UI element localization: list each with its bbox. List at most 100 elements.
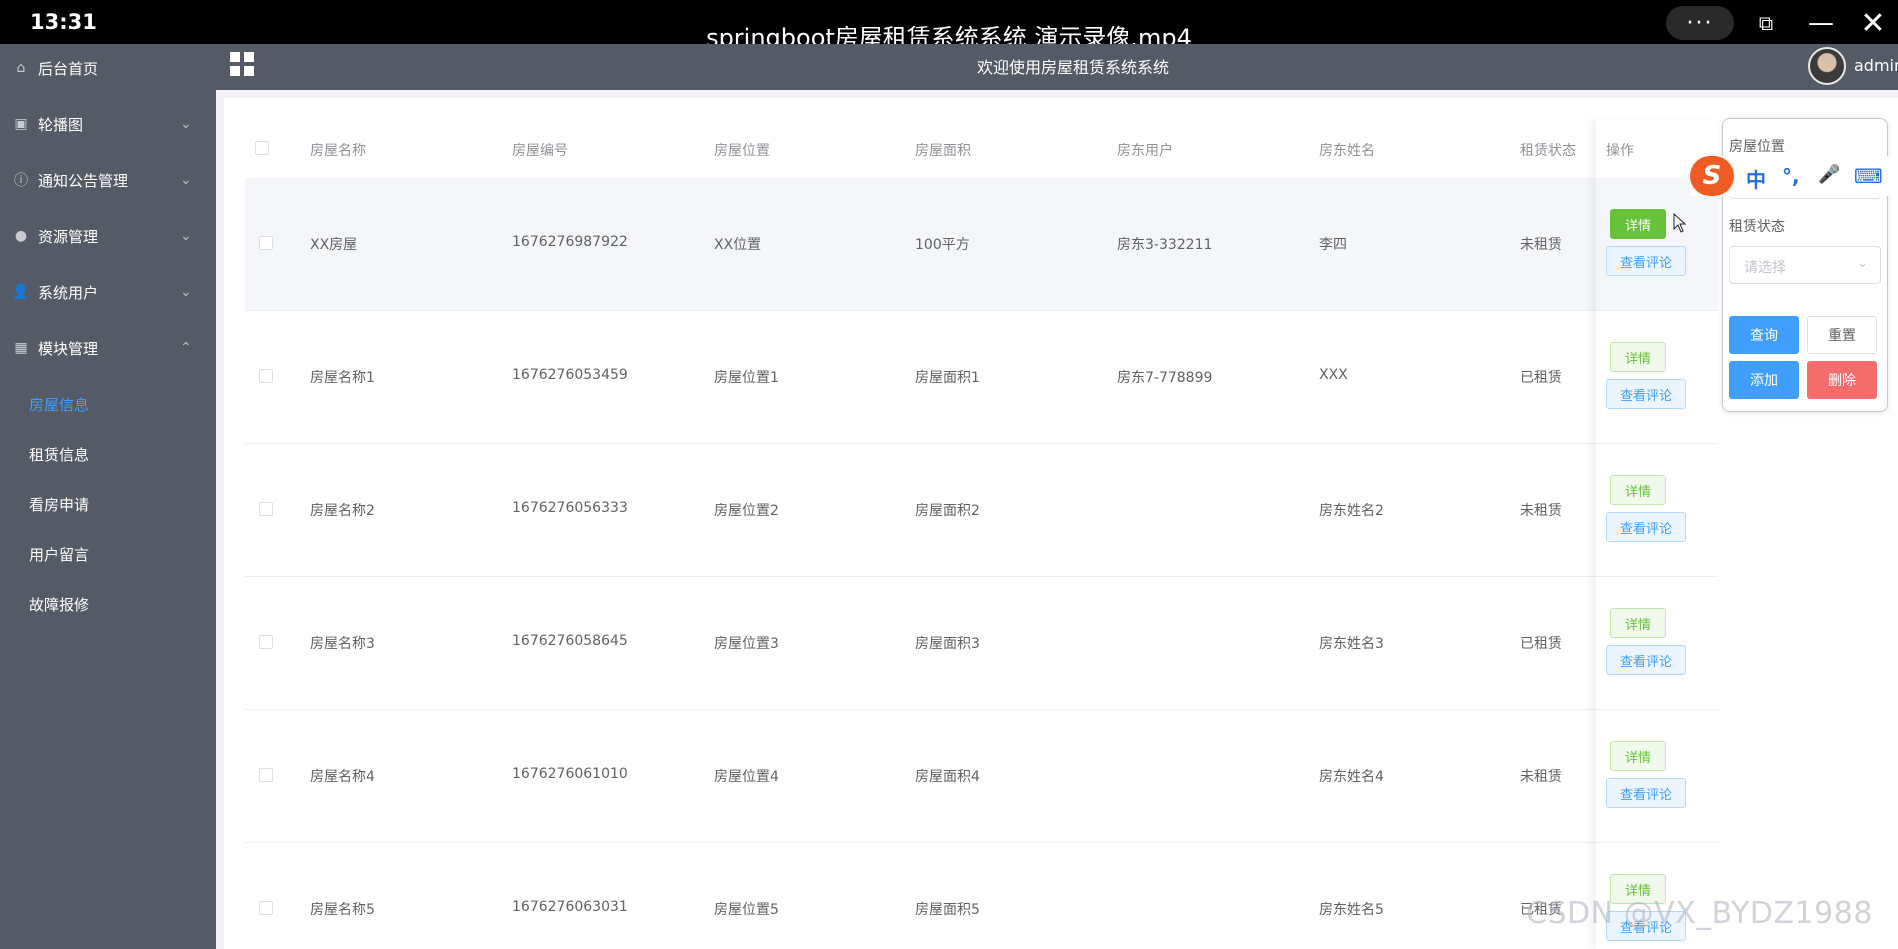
- close-button[interactable]: ✕: [1858, 6, 1888, 41]
- view-comments-button[interactable]: 查看评论: [1606, 512, 1686, 542]
- user-icon: 👤: [12, 284, 30, 300]
- reset-button[interactable]: 重置: [1807, 316, 1877, 354]
- delete-button[interactable]: 删除: [1807, 361, 1877, 399]
- sidebar-item-label: 通知公告管理: [38, 171, 129, 190]
- cell-house-number: 1676276061010: [512, 766, 628, 782]
- cell-landlord-name: 房东姓名4: [1319, 769, 1384, 785]
- row-checkbox[interactable]: [259, 369, 273, 383]
- operations-cell: 详情 查看评论: [1596, 178, 1718, 311]
- row-checkbox[interactable]: [259, 502, 273, 516]
- sidebar-item-modules[interactable]: ▦ 模块管理 ⌃: [0, 333, 216, 363]
- grid-icon: ▦: [14, 340, 28, 356]
- sidebar-item-label: 轮播图: [38, 115, 84, 134]
- cell-house-name: 房屋名称3: [310, 636, 375, 652]
- view-comments-button[interactable]: 查看评论: [1606, 645, 1686, 675]
- location-label: 房屋位置: [1729, 139, 1785, 155]
- select-all-checkbox[interactable]: [255, 141, 269, 155]
- status-select-placeholder: 请选择: [1744, 260, 1786, 276]
- detail-button[interactable]: 详情: [1610, 741, 1666, 771]
- view-comments-button[interactable]: 查看评论: [1606, 379, 1686, 409]
- cell-landlord-user: 房东7-778899: [1117, 370, 1213, 386]
- row-checkbox[interactable]: [259, 635, 273, 649]
- detail-button[interactable]: 详情: [1610, 608, 1666, 638]
- cell-house-location: 房屋位置5: [714, 902, 779, 918]
- sidebar-subitem-house-info[interactable]: 房屋信息: [29, 394, 89, 415]
- cell-house-number: 1676276053459: [512, 367, 628, 383]
- minimize-button[interactable]: —: [1806, 6, 1836, 40]
- chevron-down-icon: ⌄: [1857, 256, 1868, 271]
- sidebar-item-label: 系统用户: [38, 283, 99, 302]
- cell-rental-status: 已租赁: [1520, 370, 1562, 386]
- operations-cell: 详情 查看评论: [1596, 311, 1718, 444]
- cell-landlord-name: 房东姓名3: [1319, 636, 1384, 652]
- sidebar-item-carousel[interactable]: ▣ 轮播图 ⌄: [0, 109, 216, 139]
- cell-landlord-user: 房东3-332211: [1117, 237, 1213, 253]
- picture-in-picture-button[interactable]: ⧉: [1748, 6, 1784, 40]
- detail-button[interactable]: 详情: [1610, 475, 1666, 505]
- table-row[interactable]: 房屋名称4 1676276061010 房屋位置4 房屋面积4 房东姓名4 未租…: [245, 710, 1717, 843]
- cell-house-location: 房屋位置2: [714, 503, 779, 519]
- more-options-button[interactable]: ···: [1666, 6, 1734, 40]
- sidebar-subitem-user-message[interactable]: 用户留言: [29, 544, 89, 565]
- cell-landlord-name: 房东姓名5: [1319, 902, 1384, 918]
- cell-house-name: 房屋名称2: [310, 503, 375, 519]
- table-row[interactable]: 房屋名称5 1676276063031 房屋位置5 房屋面积5 房东姓名5 已租…: [245, 843, 1717, 949]
- sidebar-item-home[interactable]: ⌂ 后台首页: [0, 53, 216, 83]
- cell-rental-status: 未租赁: [1520, 769, 1562, 785]
- microphone-icon[interactable]: 🎤: [1818, 164, 1840, 185]
- sidebar-item-resources[interactable]: ● 资源管理 ⌄: [0, 221, 216, 251]
- status-select[interactable]: 请选择 ⌄: [1729, 246, 1881, 284]
- chevron-up-icon: ⌃: [180, 340, 192, 356]
- sidebar-item-label: 模块管理: [38, 339, 99, 358]
- cell-house-location: 房屋位置3: [714, 636, 779, 652]
- welcome-text: 欢迎使用房屋租赁系统系统: [976, 58, 1169, 77]
- sidebar-item-notice[interactable]: ⓘ 通知公告管理 ⌄: [0, 165, 216, 195]
- column-header: 房屋编号: [512, 143, 568, 159]
- add-button[interactable]: 添加: [1729, 361, 1799, 399]
- top-header: 欢迎使用房屋租赁系统系统 admin: [216, 44, 1898, 90]
- operations-cell: 详情 查看评论: [1596, 710, 1718, 843]
- cell-house-location: 房屋位置4: [714, 769, 779, 785]
- table-row[interactable]: XX房屋 1676276987922 XX位置 100平方 房东3-332211…: [245, 178, 1717, 311]
- column-header: 租赁状态: [1520, 143, 1576, 159]
- view-comments-button[interactable]: 查看评论: [1606, 778, 1686, 808]
- row-checkbox[interactable]: [259, 768, 273, 782]
- query-button[interactable]: 查询: [1729, 316, 1799, 354]
- ime-chinese-mode-icon[interactable]: 中: [1746, 164, 1766, 193]
- cell-house-area: 房屋面积3: [915, 636, 980, 652]
- sidebar-subitem-viewing-request[interactable]: 看房申请: [29, 494, 89, 515]
- cell-rental-status: 已租赁: [1520, 636, 1562, 652]
- chevron-down-icon: ⌄: [180, 228, 192, 244]
- location-icon: ●: [14, 228, 28, 244]
- ime-punctuation-icon[interactable]: °,: [1782, 164, 1800, 188]
- mouse-cursor-icon: [1673, 213, 1687, 233]
- ime-logo-icon[interactable]: S: [1690, 156, 1734, 196]
- row-checkbox[interactable]: [259, 901, 273, 915]
- chevron-down-icon: ⌄: [180, 116, 192, 132]
- column-header: 房东用户: [1117, 143, 1173, 159]
- sidebar-subitem-fault-report[interactable]: 故障报修: [29, 594, 89, 615]
- sidebar-subitem-rental-info[interactable]: 租赁信息: [29, 444, 89, 465]
- column-header: 房屋名称: [310, 143, 366, 159]
- cell-rental-status: 未租赁: [1520, 503, 1562, 519]
- cell-house-name: 房屋名称1: [310, 370, 375, 386]
- operations-cell: 详情 查看评论: [1596, 577, 1718, 710]
- column-header: 房屋面积: [915, 143, 971, 159]
- cell-landlord-name: 房东姓名2: [1319, 503, 1384, 519]
- detail-button[interactable]: 详情: [1610, 342, 1666, 372]
- table-row[interactable]: 房屋名称3 1676276058645 房屋位置3 房屋面积3 房东姓名3 已租…: [245, 577, 1717, 710]
- user-name[interactable]: admin: [1854, 56, 1898, 75]
- cell-house-name: XX房屋: [310, 237, 358, 253]
- table-row[interactable]: 房屋名称2 1676276056333 房屋位置2 房屋面积2 房东姓名2 未租…: [245, 444, 1717, 577]
- cell-house-number: 1676276063031: [512, 899, 628, 915]
- keyboard-icon[interactable]: ⌨: [1854, 164, 1883, 188]
- row-checkbox[interactable]: [259, 236, 273, 250]
- sidebar-item-label: 资源管理: [38, 227, 99, 246]
- avatar[interactable]: [1808, 47, 1846, 85]
- table-row[interactable]: 房屋名称1 1676276053459 房屋位置1 房屋面积1 房东7-7788…: [245, 311, 1717, 444]
- view-comments-button[interactable]: 查看评论: [1606, 246, 1686, 276]
- detail-button[interactable]: 详情: [1610, 209, 1666, 239]
- watermark: CSDN @VX_BYDZ1988: [1526, 896, 1873, 931]
- cell-house-name: 房屋名称5: [310, 902, 375, 918]
- sidebar-item-system-users[interactable]: 👤 系统用户 ⌄: [0, 277, 216, 307]
